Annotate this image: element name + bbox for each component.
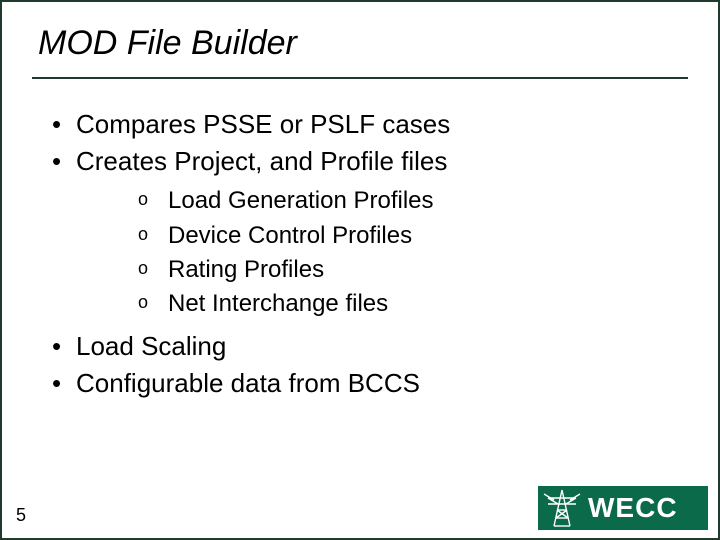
tower-icon bbox=[542, 488, 582, 528]
sub-bullet-text: Rating Profiles bbox=[168, 256, 324, 283]
sub-bullet-item: Load Generation Profiles bbox=[138, 185, 678, 217]
sub-bullet-text: Load Generation Profiles bbox=[168, 187, 434, 214]
bullet-item: Creates Project, and Profile files Load … bbox=[52, 144, 678, 321]
bullet-text: Creates Project, and Profile files bbox=[76, 146, 447, 176]
wecc-logo: WECC bbox=[538, 486, 708, 530]
page-number: 5 bbox=[16, 505, 26, 526]
sub-bullet-list: Load Generation Profiles Device Control … bbox=[138, 185, 678, 321]
sub-bullet-text: Device Control Profiles bbox=[168, 222, 412, 249]
slide-body: Compares PSSE or PSLF cases Creates Proj… bbox=[2, 79, 718, 401]
sub-bullet-item: Net Interchange files bbox=[138, 288, 678, 320]
sub-bullet-item: Rating Profiles bbox=[138, 254, 678, 286]
bullet-item: Configurable data from BCCS bbox=[52, 366, 678, 401]
sub-bullet-text: Net Interchange files bbox=[168, 290, 388, 317]
slide-title: MOD File Builder bbox=[2, 2, 718, 73]
bullet-text: Compares PSSE or PSLF cases bbox=[76, 109, 450, 139]
logo-text: WECC bbox=[588, 492, 678, 524]
slide: MOD File Builder Compares PSSE or PSLF c… bbox=[0, 0, 720, 540]
bullet-list: Compares PSSE or PSLF cases Creates Proj… bbox=[52, 107, 678, 401]
bullet-text: Load Scaling bbox=[76, 331, 226, 361]
sub-bullet-item: Device Control Profiles bbox=[138, 220, 678, 252]
bullet-item: Compares PSSE or PSLF cases bbox=[52, 107, 678, 142]
bullet-item: Load Scaling bbox=[52, 329, 678, 364]
bullet-text: Configurable data from BCCS bbox=[76, 368, 420, 398]
